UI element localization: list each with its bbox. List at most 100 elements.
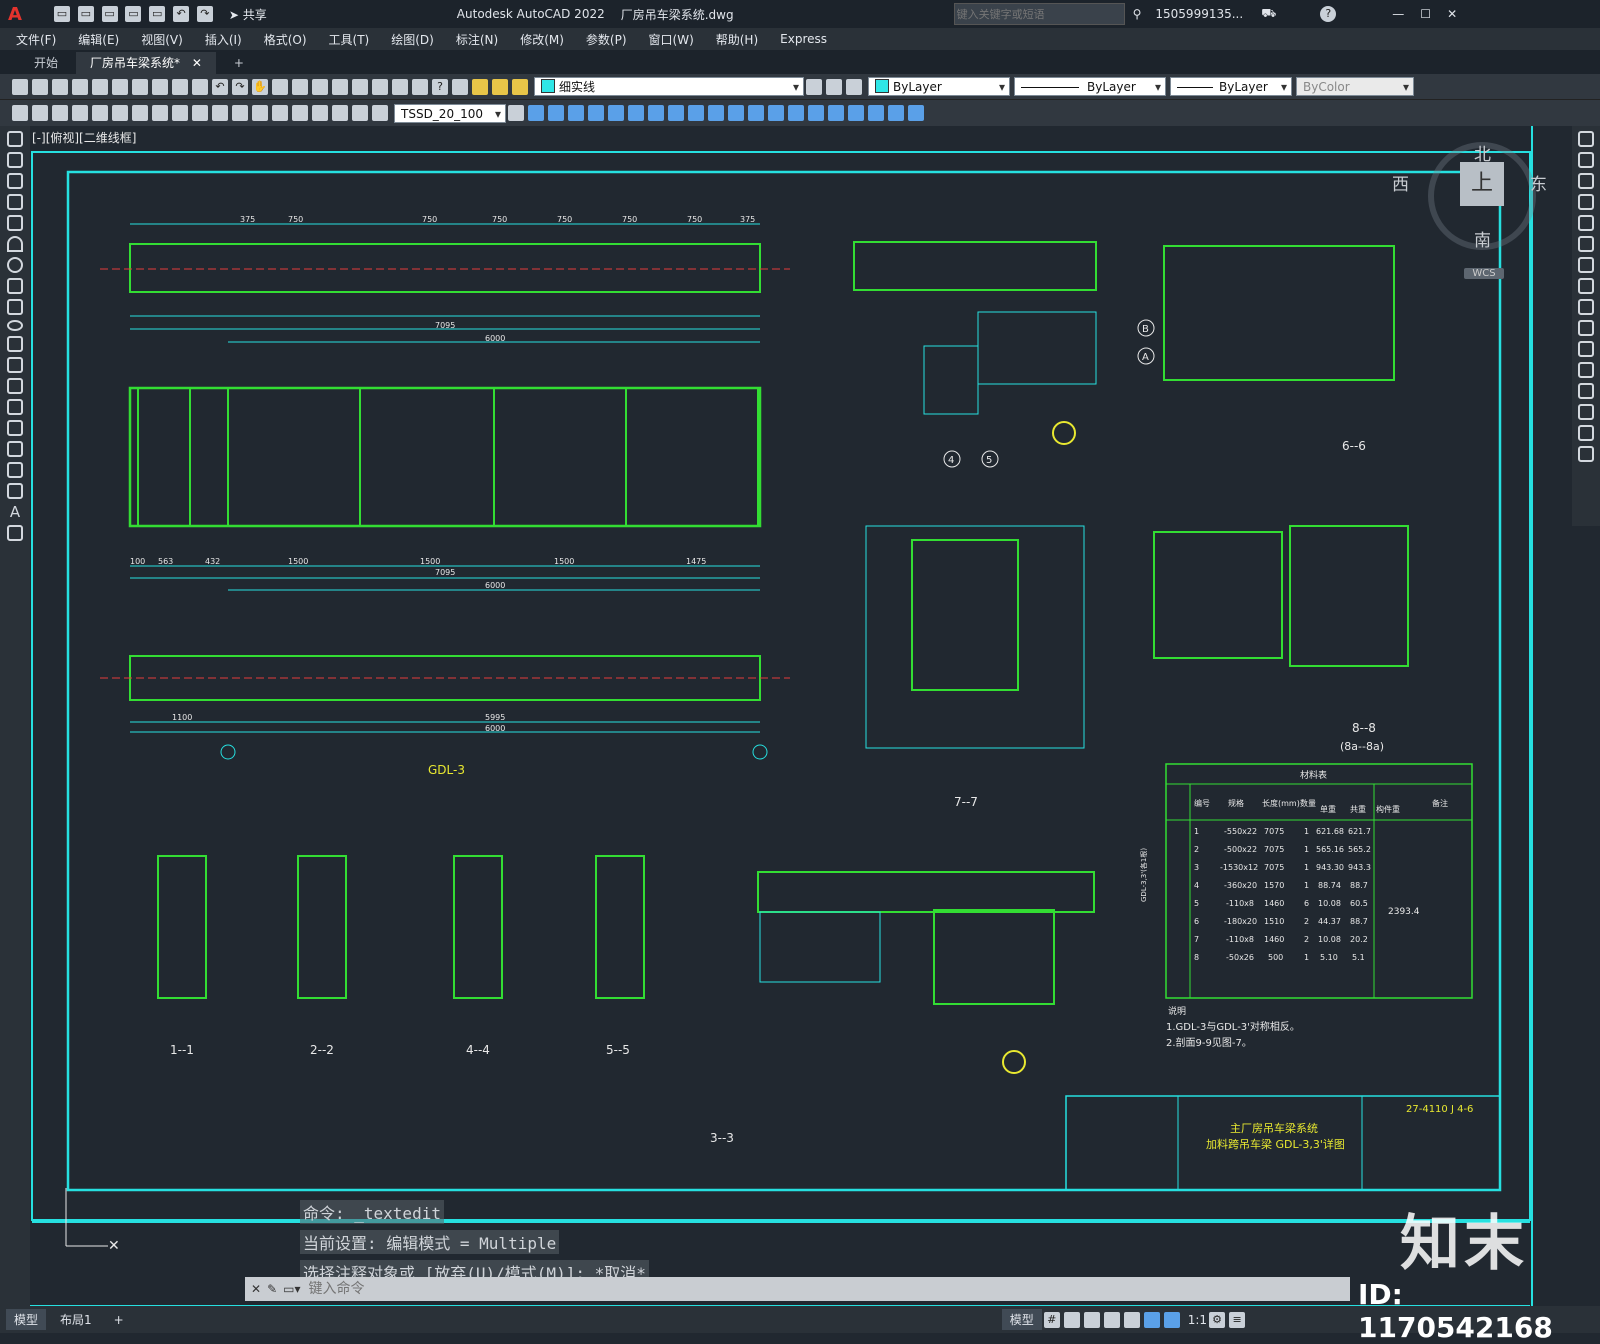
mirror-icon[interactable] (1578, 173, 1594, 189)
polar-icon[interactable] (1103, 1311, 1120, 1328)
menu-insert[interactable]: 插入(I) (205, 31, 242, 48)
viewport-controls[interactable]: [-][俯视][二维线框] (32, 130, 136, 145)
command-input[interactable] (306, 1278, 1350, 1300)
new-icon[interactable] (12, 78, 28, 95)
open-icon[interactable] (32, 78, 48, 95)
snap-icon[interactable] (1063, 1311, 1080, 1328)
modify-icon[interactable] (708, 105, 724, 121)
print-icon[interactable] (72, 78, 88, 95)
menu-file[interactable]: 文件(F) (16, 31, 56, 48)
polyline-icon[interactable] (7, 173, 23, 189)
extend-icon[interactable] (1578, 341, 1594, 357)
dimstyle-dropdown[interactable]: TSSD_20_100 (394, 103, 506, 124)
copy-icon[interactable] (152, 78, 168, 95)
lineweight-dropdown[interactable]: ByLayer (1170, 77, 1292, 97)
modify-icon[interactable] (668, 105, 684, 121)
dim-update-icon[interactable] (372, 105, 388, 121)
offset-icon[interactable] (1578, 194, 1594, 210)
jogged-icon[interactable] (312, 105, 328, 121)
layer-previous-icon[interactable] (826, 78, 842, 95)
plot-icon[interactable]: ▭ (149, 6, 166, 22)
tool-icon[interactable] (32, 105, 48, 121)
properties-icon[interactable] (312, 78, 328, 95)
share-button[interactable]: ➤ 共享 (229, 6, 267, 23)
preview-icon[interactable] (92, 78, 108, 95)
add-tab-button[interactable]: + (220, 52, 258, 74)
trim-icon[interactable] (1578, 320, 1594, 336)
linetype-dropdown[interactable]: ByLayer (1014, 77, 1166, 97)
mtext-icon[interactable]: A (7, 504, 23, 520)
pan-icon[interactable]: ✋ (252, 78, 268, 95)
continue-dim-icon[interactable] (232, 105, 248, 121)
ortho-icon[interactable] (1083, 1311, 1100, 1328)
chamfer-icon[interactable] (1578, 404, 1594, 420)
radius-dim-icon[interactable] (152, 105, 168, 121)
construction-line-icon[interactable] (7, 152, 23, 168)
layer-states-icon[interactable] (846, 78, 862, 95)
dim-edit-icon[interactable] (332, 105, 348, 121)
design-center-icon[interactable] (332, 78, 348, 95)
modify-icon[interactable] (888, 105, 904, 121)
viewcube[interactable]: 北 南 西 东 上 WCS (1392, 142, 1547, 279)
modify-icon[interactable] (648, 105, 664, 121)
table-icon[interactable] (7, 483, 23, 499)
rotate-icon[interactable] (1578, 257, 1594, 273)
fillet-icon[interactable] (1578, 425, 1594, 441)
rectangle-icon[interactable] (7, 215, 23, 231)
otrack-icon[interactable] (1143, 1311, 1160, 1328)
saveas-icon[interactable]: ▭ (125, 6, 142, 22)
customize-icon[interactable]: ✎ (267, 1282, 277, 1296)
menu-modify[interactable]: 修改(M) (520, 31, 564, 48)
polygon-icon[interactable] (7, 194, 23, 210)
modify-icon[interactable] (688, 105, 704, 121)
save-icon[interactable] (52, 78, 68, 95)
undo-icon[interactable]: ↶ (173, 6, 190, 22)
layer-dropdown[interactable]: 细实线 (534, 77, 804, 97)
modify-icon[interactable] (548, 105, 564, 121)
stretch-icon[interactable] (1578, 299, 1594, 315)
modify-icon[interactable] (608, 105, 624, 121)
tool-icon[interactable] (52, 105, 68, 121)
modify-icon[interactable] (568, 105, 584, 121)
zoom-window-icon[interactable] (292, 78, 308, 95)
close-button[interactable]: ✕ (1447, 7, 1457, 21)
paste-icon[interactable] (172, 78, 188, 95)
menu-express[interactable]: Express (780, 32, 827, 46)
tool-icon[interactable] (12, 105, 28, 121)
modify-icon[interactable] (908, 105, 924, 121)
break-icon[interactable] (1578, 362, 1594, 378)
tab-model[interactable]: 模型 (6, 1309, 47, 1330)
annotation-scale[interactable]: 1:1 (1188, 1313, 1207, 1327)
modify-icon[interactable] (808, 105, 824, 121)
modify-icon[interactable] (628, 105, 644, 121)
wcs-menu[interactable]: WCS (1464, 268, 1504, 279)
scale-icon[interactable] (1578, 278, 1594, 294)
line-icon[interactable] (7, 131, 23, 147)
viewcube-top-face[interactable]: 上 (1460, 162, 1504, 206)
markup-icon[interactable] (392, 78, 408, 95)
baseline-dim-icon[interactable] (212, 105, 228, 121)
inspect-icon[interactable] (292, 105, 308, 121)
region-icon[interactable] (7, 462, 23, 478)
open-icon[interactable]: ▭ (77, 6, 94, 22)
osnap-icon[interactable] (1123, 1311, 1140, 1328)
cart-icon[interactable]: ⛟ (1261, 6, 1276, 22)
tolerance-icon[interactable] (252, 105, 268, 121)
explode-icon[interactable] (1578, 446, 1594, 462)
tab-start[interactable]: 开始 (20, 52, 72, 74)
menu-tools[interactable]: 工具(T) (329, 31, 370, 48)
linear-dim-icon[interactable] (72, 105, 88, 121)
tab-layout1[interactable]: 布局1 (52, 1309, 100, 1330)
make-current-icon[interactable] (806, 78, 822, 95)
command-prompt-icon[interactable]: ▭▾ (283, 1282, 300, 1296)
add-selected-icon[interactable] (7, 525, 23, 541)
dimstyle-icon[interactable] (508, 105, 524, 121)
layer-manager-icon[interactable] (452, 78, 468, 95)
undo-icon[interactable]: ↶ (212, 78, 228, 95)
ellipse-arc-icon[interactable] (7, 336, 23, 352)
make-block-icon[interactable] (7, 378, 23, 394)
menu-format[interactable]: 格式(O) (264, 31, 307, 48)
ellipse-icon[interactable] (7, 320, 23, 331)
light-bulb-icon[interactable] (472, 78, 488, 95)
save-icon[interactable]: ▭ (101, 6, 118, 22)
